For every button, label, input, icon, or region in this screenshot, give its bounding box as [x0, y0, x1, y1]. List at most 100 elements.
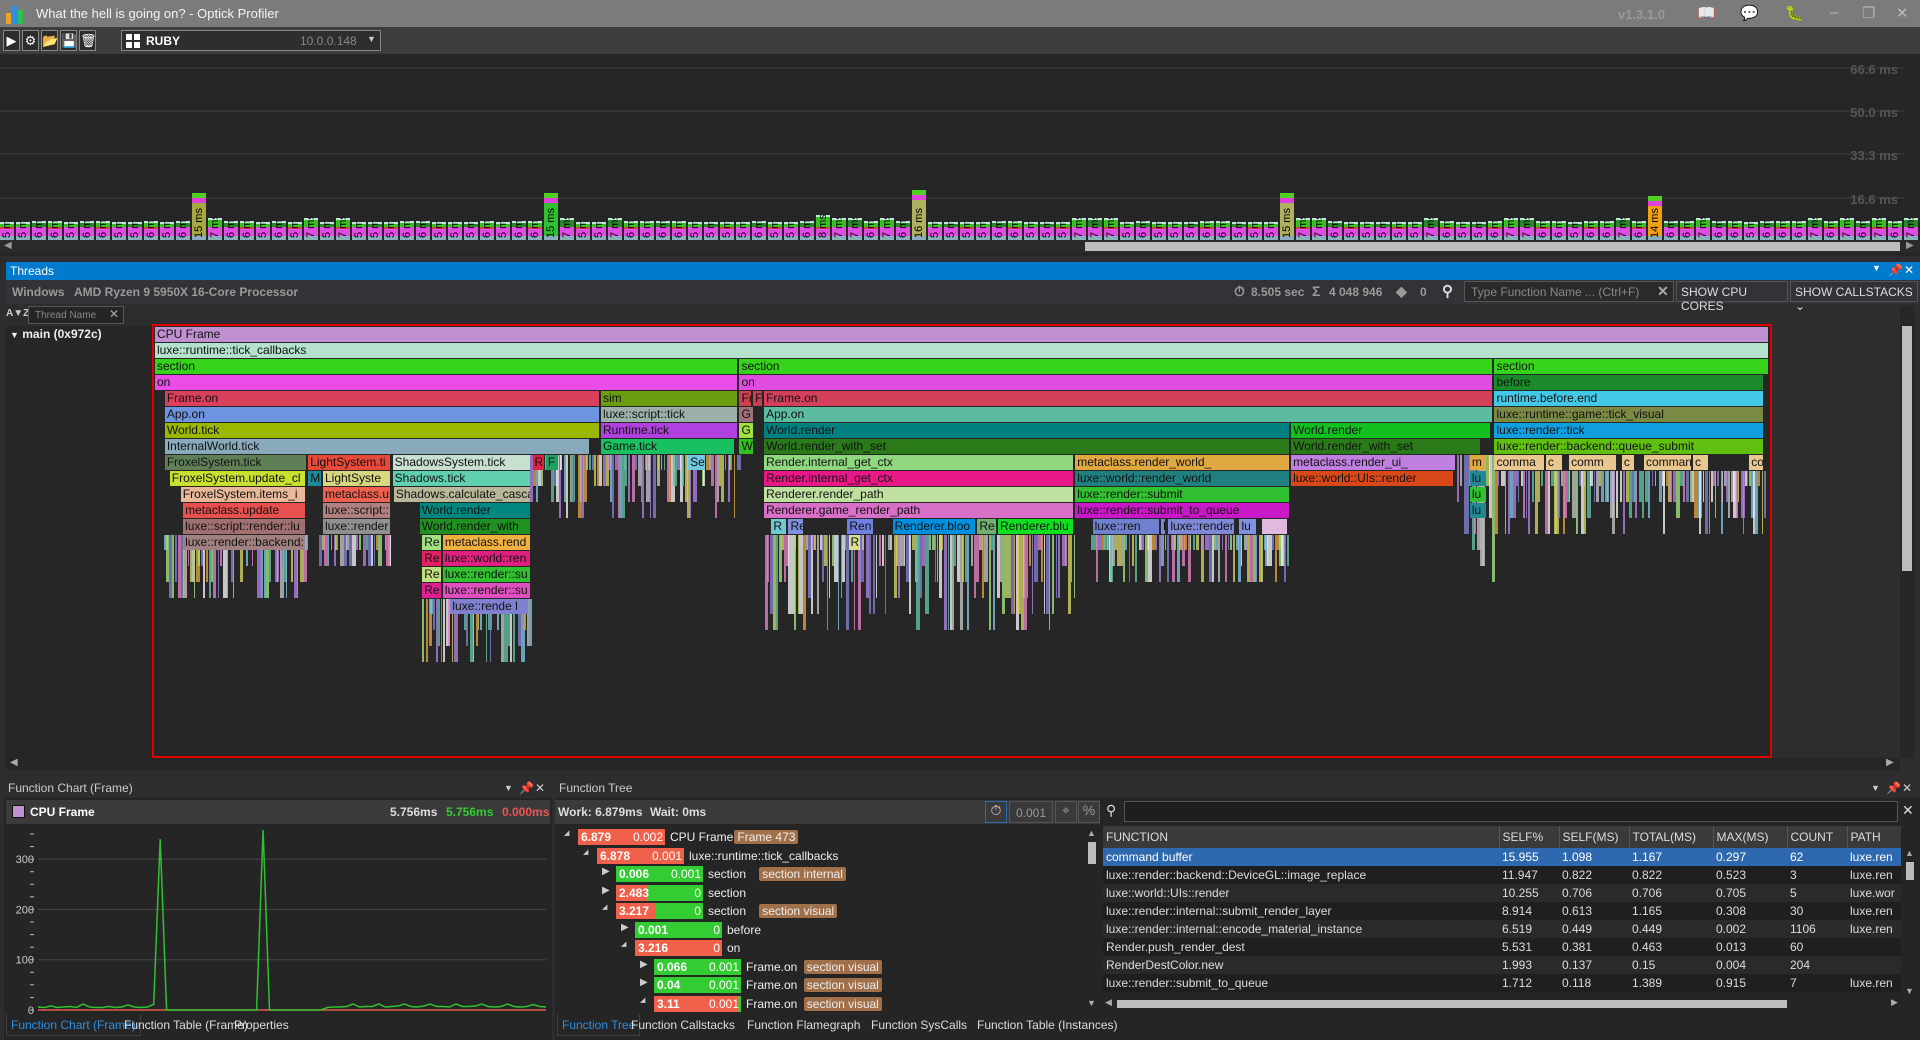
call-stripe[interactable]	[986, 535, 988, 582]
frame-bar[interactable]: 6 ms	[864, 221, 878, 240]
frame-bar[interactable]: 5 ms	[1152, 222, 1166, 240]
call-stripe[interactable]	[720, 455, 724, 502]
threads-vertical-scrollbar[interactable]	[1900, 306, 1914, 758]
call-stripe[interactable]	[1125, 535, 1127, 550]
call-stripe[interactable]	[731, 455, 733, 470]
call-stripe[interactable]	[1058, 535, 1061, 598]
flame-block[interactable]: metaclass.render_world_	[1075, 455, 1289, 470]
frame-bar[interactable]: 6 ms	[1328, 221, 1342, 240]
flame-block[interactable]: G	[739, 407, 754, 422]
tree-vertical-scrollbar[interactable]: ▲ ▼	[1085, 828, 1099, 1012]
frame-bar[interactable]: 6 ms	[800, 221, 814, 240]
call-stripe[interactable]	[828, 535, 830, 598]
call-stripe[interactable]	[1031, 535, 1034, 614]
frame-bar[interactable]: 7 ms	[1904, 218, 1918, 240]
call-stripe[interactable]	[574, 455, 576, 502]
tab-function-flamegraph[interactable]: Function Flamegraph	[743, 1014, 864, 1036]
flame-block[interactable]: on	[739, 375, 1493, 390]
call-stripe[interactable]	[1528, 471, 1530, 534]
minimize-button[interactable]: –	[1830, 4, 1838, 21]
call-stripe[interactable]	[1763, 471, 1767, 518]
flame-block[interactable]: R	[848, 535, 860, 550]
call-stripe[interactable]	[1173, 535, 1176, 550]
flame-block[interactable]: Re	[422, 551, 441, 566]
frame-bar[interactable]: 8 ms	[816, 215, 830, 240]
flame-block[interactable]: luxe::world::UIs::render	[1291, 471, 1453, 486]
restore-button[interactable]: ❐	[1862, 4, 1875, 22]
call-stripe[interactable]	[1221, 535, 1224, 550]
call-stripe[interactable]	[1613, 471, 1616, 502]
table-vertical-scrollbar[interactable]: ▲ ▼	[1903, 848, 1917, 998]
column-header-path[interactable]: PATH	[1847, 826, 1901, 848]
frame-bar[interactable]: 5 ms	[448, 222, 462, 240]
flame-block[interactable]: luxe::world::render_world	[1075, 471, 1289, 486]
flame-block[interactable]: R	[532, 455, 544, 470]
flame-block[interactable]: FroxelSystem.tick	[164, 455, 307, 470]
frame-bar[interactable]: 6 ms	[1584, 221, 1598, 240]
call-stripe[interactable]	[1213, 535, 1216, 550]
flame-graph[interactable]: CPU Frame luxe::runtime::tick_callbacks se…	[152, 324, 1772, 758]
frame-bar[interactable]: 5 ms	[1232, 222, 1246, 240]
frame-bar[interactable]: 5 ms	[496, 222, 510, 240]
frame-bar[interactable]: 5 ms	[432, 222, 446, 240]
flame-block[interactable]: App.on	[764, 407, 1493, 422]
call-stripe[interactable]	[1232, 535, 1236, 582]
flame-block[interactable]: Shadows.tick	[392, 471, 531, 486]
call-stripe[interactable]	[1537, 471, 1540, 502]
call-stripe[interactable]	[1738, 471, 1740, 502]
call-stripe[interactable]	[1758, 471, 1761, 486]
table-row[interactable]: luxe::world::UIs::render 10.255 0.706 0.706…	[1103, 884, 1901, 902]
call-stripe[interactable]	[304, 535, 308, 550]
flame-block[interactable]: c	[1692, 455, 1708, 470]
flame-block[interactable]: World.render_with_set	[764, 439, 1289, 454]
call-stripe[interactable]	[560, 455, 563, 470]
call-stripe[interactable]	[1227, 535, 1230, 550]
sort-az-icon[interactable]: A▼Z	[6, 308, 29, 319]
frame-bar[interactable]: 6 ms	[480, 221, 494, 240]
call-stripe[interactable]	[336, 535, 338, 550]
call-stripe[interactable]	[1584, 471, 1586, 534]
call-stripe[interactable]	[1460, 455, 1463, 486]
call-stripe[interactable]	[943, 535, 947, 630]
frame-bar[interactable]: 15 ms	[544, 193, 558, 240]
table-search-input[interactable]	[1124, 801, 1898, 822]
flame-block[interactable]: comma	[1494, 455, 1544, 470]
frame-bar[interactable]: 5 ms	[1120, 222, 1134, 240]
frame-bar[interactable]: 7 ms	[1312, 218, 1326, 240]
frame-bar[interactable]: 5 ms	[720, 222, 734, 240]
call-stripe[interactable]	[1742, 471, 1744, 534]
call-stripe[interactable]	[1541, 471, 1544, 486]
frame-bar[interactable]: 7 ms	[1424, 218, 1438, 240]
expand-arrow-icon[interactable]: ▶	[621, 922, 629, 933]
table-row[interactable]: luxe::render::backend::DeviceGL::image_r…	[1103, 866, 1901, 884]
frame-bar[interactable]: 5 ms	[0, 222, 14, 240]
frame-bar[interactable]: 6 ms	[1200, 221, 1214, 240]
pin-icon[interactable]: 📌	[519, 778, 534, 798]
scroll-left-arrow[interactable]: ◀	[10, 757, 18, 768]
frame-bar[interactable]: 7 ms	[208, 218, 222, 240]
tab-function-callstacks[interactable]: Function Callstacks	[627, 1014, 739, 1036]
call-stripe[interactable]	[1728, 471, 1730, 518]
call-stripe[interactable]	[611, 455, 614, 518]
call-stripe[interactable]	[710, 455, 714, 486]
flame-block[interactable]: metaclass.u	[322, 487, 391, 502]
frame-bar[interactable]: 6 ms	[992, 221, 1006, 240]
call-stripe[interactable]	[529, 599, 533, 646]
percent-toggle-icon[interactable]: %	[1078, 801, 1100, 823]
call-stripe[interactable]	[1655, 471, 1657, 486]
flame-block[interactable]: ShadowsSystem.tick	[392, 455, 531, 470]
call-stripe[interactable]	[1596, 471, 1599, 502]
tree-row[interactable]: ▶ 2.483 0 section	[555, 884, 1085, 901]
frame-bar[interactable]: 7 ms	[1808, 218, 1822, 240]
call-stripe[interactable]	[1635, 471, 1638, 518]
call-stripe[interactable]	[1161, 535, 1165, 566]
call-stripe[interactable]	[1575, 471, 1578, 534]
flame-block[interactable]: Re	[977, 519, 996, 534]
call-stripe[interactable]	[1255, 535, 1258, 582]
frame-bar[interactable]: 6 ms	[1888, 221, 1902, 240]
tab-properties[interactable]: Properties	[230, 1014, 293, 1036]
frame-bar[interactable]: 7 ms	[832, 218, 846, 240]
call-stripe[interactable]	[967, 535, 969, 630]
call-stripe[interactable]	[660, 455, 663, 470]
frame-bar[interactable]: 6 ms	[752, 221, 766, 240]
